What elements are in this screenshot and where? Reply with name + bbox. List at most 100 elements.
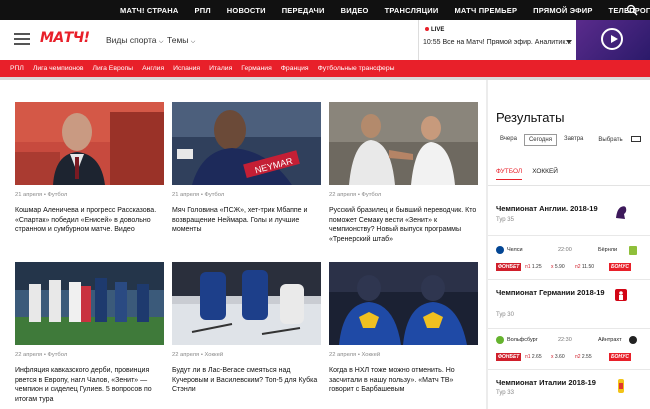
tab-football[interactable]: ФУТБОЛ — [496, 168, 523, 180]
page: МАТЧ! СТРАНА РПЛ НОВОСТИ ПЕРЕДАЧИ ВИДЕО … — [0, 0, 650, 409]
match-time: 22:00 — [558, 247, 572, 253]
news-title[interactable]: Русский бразилец и бывший переводчик. Кт… — [329, 206, 478, 244]
news-title[interactable]: Инфляция кавказского дерби, провинция рв… — [15, 366, 164, 404]
odds-row[interactable]: ФОНБЕТ п1 2.65 x 3.60 п2 2.55 БОНУС — [496, 353, 631, 362]
nav-transfers[interactable]: Футбольные трансферы — [318, 65, 395, 72]
sports-dropdown-label: Виды спорта — [106, 35, 157, 45]
chevron-down-icon: ⌵ — [190, 39, 196, 45]
news-image[interactable] — [329, 102, 478, 185]
match-row[interactable]: Вольфсбург 22:30 Айнтрахт — [496, 336, 638, 345]
sport-tabs: ФУТБОЛ ХОККЕЙ — [496, 168, 568, 180]
calendar-icon — [631, 136, 642, 142]
top-link-video[interactable]: ВИДЕО — [333, 6, 377, 15]
tab-hockey[interactable]: ХОККЕЙ — [532, 168, 558, 180]
news-title[interactable]: Будут ли в Лас-Вегасе смеяться над Кучер… — [172, 366, 321, 395]
premier-league-logo-icon — [616, 206, 627, 219]
news-sport: Футбол — [361, 192, 382, 198]
odds-x-value: 3.60 — [554, 354, 565, 360]
news-image[interactable] — [329, 262, 478, 345]
news-sport: Футбол — [47, 192, 68, 198]
sports-dropdown[interactable]: Виды спорта ⌵ — [106, 35, 163, 46]
top-link-match-premier[interactable]: МАТЧ ПРЕМЬЕР — [446, 6, 525, 15]
nav-germany[interactable]: Германия — [241, 65, 271, 72]
team-logo-icon — [629, 336, 637, 344]
news-card[interactable]: NEYMAR 21 апреля • Футбол Мяч Головина «… — [172, 102, 321, 235]
chevron-down-icon: ⌵ — [158, 39, 164, 45]
nav-england[interactable]: Англия — [142, 65, 164, 72]
live-badge: LIVE — [425, 27, 444, 33]
nav-europa-league[interactable]: Лига Европы — [93, 65, 134, 72]
league-tour: Тур 30 — [496, 312, 514, 318]
news-card[interactable]: 22 апреля • Футбол Инфляция кавказского … — [15, 262, 164, 404]
news-sport: Футбол — [204, 192, 225, 198]
search-icon[interactable] — [626, 4, 638, 16]
news-image[interactable] — [15, 262, 164, 345]
news-date: 21 апреля — [172, 192, 200, 198]
news-card[interactable]: 22 апреля • Футбол Русский бразилец и бы… — [329, 102, 478, 244]
menu-icon[interactable] — [14, 33, 30, 45]
match-row[interactable]: Челси 22:00 Бёрнли — [496, 246, 638, 255]
news-date: 21 апреля — [15, 192, 43, 198]
live-label: LIVE — [431, 27, 445, 33]
news-image[interactable]: NEYMAR — [172, 102, 321, 185]
divider — [488, 185, 650, 186]
odds-x-value: 5.90 — [554, 264, 565, 270]
league-title[interactable]: Чемпионат Англии. 2018-19 — [496, 204, 606, 214]
news-image[interactable] — [15, 102, 164, 185]
top-link-rpl[interactable]: РПЛ — [187, 6, 219, 15]
match-home-team: Челси — [507, 247, 523, 253]
nav-spain[interactable]: Испания — [173, 65, 200, 72]
day-today[interactable]: Сегодня — [523, 134, 557, 146]
news-meta: 21 апреля • Футбол — [172, 192, 225, 198]
league-title[interactable]: Чемпионат Германии 2018-19 — [496, 288, 606, 298]
live-dot-icon — [425, 27, 429, 32]
news-card[interactable]: 21 апреля • Футбол Кошмар Аленичева и пр… — [15, 102, 164, 235]
news-sport: Хоккей — [204, 352, 224, 358]
divider — [488, 328, 650, 329]
site-logo[interactable]: МАТЧ! — [40, 30, 90, 46]
odds-p2: п2 2.55 — [575, 354, 592, 360]
top-link-live[interactable]: ПРЯМОЙ ЭФИР — [525, 6, 600, 15]
news-sport: Хоккей — [361, 352, 381, 358]
category-nav: РПЛ Лига чемпионов Лига Европы Англия Ис… — [0, 60, 650, 77]
top-link-match-strana[interactable]: МАТЧ! СТРАНА — [112, 6, 187, 15]
day-tomorrow[interactable]: Завтра — [560, 134, 587, 146]
nav-champions-league[interactable]: Лига чемпионов — [33, 65, 84, 72]
news-sport: Футбол — [47, 352, 68, 358]
nav-italy[interactable]: Италия — [209, 65, 232, 72]
news-image[interactable] — [172, 262, 321, 345]
play-icon — [601, 28, 623, 50]
top-bar: МАТЧ! СТРАНА РПЛ НОВОСТИ ПЕРЕДАЧИ ВИДЕО … — [0, 0, 650, 20]
day-pick[interactable]: Выбрать — [590, 134, 648, 146]
live-play-button[interactable] — [576, 20, 650, 60]
league-title[interactable]: Чемпионат Италии 2018-19 — [496, 378, 606, 388]
news-title[interactable]: Мяч Головина «ПСЖ», хет-трик Мбаппе и во… — [172, 206, 321, 235]
team-logo-icon — [496, 336, 504, 344]
day-filter: Вчера Сегодня Завтра Выбрать — [496, 134, 650, 146]
chevron-down-icon[interactable] — [566, 40, 572, 45]
header: МАТЧ! Виды спорта ⌵ Темы ⌵ LIVE 10:55 Вс… — [0, 20, 650, 60]
odds-p1: п1 1.25 — [525, 264, 542, 270]
serie-a-logo-icon — [618, 379, 624, 393]
nav-rpl[interactable]: РПЛ — [10, 65, 24, 72]
top-link-news[interactable]: НОВОСТИ — [219, 6, 274, 15]
bookmaker-badge[interactable]: ФОНБЕТ — [496, 263, 522, 271]
day-yesterday[interactable]: Вчера — [496, 134, 521, 146]
bonus-badge[interactable]: БОНУС — [609, 353, 631, 361]
nav-france[interactable]: Франция — [281, 65, 309, 72]
odds-row[interactable]: ФОНБЕТ п1 1.25 x 5.90 п2 11.50 БОНУС — [496, 263, 631, 272]
top-link-broadcasts[interactable]: ТРАНСЛЯЦИИ — [377, 6, 447, 15]
results-sidebar: Результаты Вчера Сегодня Завтра Выбрать … — [488, 80, 650, 409]
top-link-shows[interactable]: ПЕРЕДАЧИ — [274, 6, 333, 15]
odds-x: x 3.60 — [551, 354, 565, 360]
news-card[interactable]: 22 апреля • Хоккей Будут ли в Лас-Вегасе… — [172, 262, 321, 395]
news-title[interactable]: Когда в НХЛ тоже можно отменить. Но засч… — [329, 366, 478, 395]
news-date: 22 апреля — [329, 352, 357, 358]
bonus-badge[interactable]: БОНУС — [609, 263, 631, 271]
bookmaker-badge[interactable]: ФОНБЕТ — [496, 353, 522, 361]
match-time: 22:30 — [558, 337, 572, 343]
news-meta: 22 апреля • Хоккей — [329, 352, 381, 358]
news-card[interactable]: 22 апреля • Хоккей Когда в НХЛ тоже можн… — [329, 262, 478, 395]
themes-dropdown[interactable]: Темы ⌵ — [167, 35, 195, 46]
news-title[interactable]: Кошмар Аленичева и прогресс Рассказова. … — [15, 206, 164, 235]
